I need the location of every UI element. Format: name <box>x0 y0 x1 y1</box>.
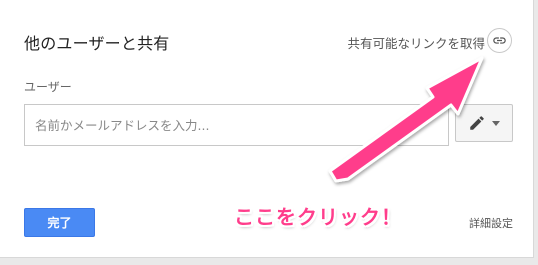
users-label: ユーザー <box>24 80 72 94</box>
click-here-annotation: ここをクリック！ <box>234 205 402 229</box>
get-shareable-link-label[interactable]: 共有可能なリンクを取得 <box>347 33 485 52</box>
permission-dropdown[interactable] <box>455 104 513 142</box>
people-input[interactable] <box>24 104 449 146</box>
dropdown-arrow-icon <box>492 120 500 126</box>
get-link-button[interactable] <box>487 28 512 53</box>
dialog-title: 他のユーザーと共有 <box>24 34 170 53</box>
pencil-icon <box>470 116 484 130</box>
link-icon <box>493 37 506 44</box>
done-button[interactable]: 完了 <box>24 208 95 237</box>
advanced-settings-link[interactable]: 詳細設定 <box>469 215 513 231</box>
